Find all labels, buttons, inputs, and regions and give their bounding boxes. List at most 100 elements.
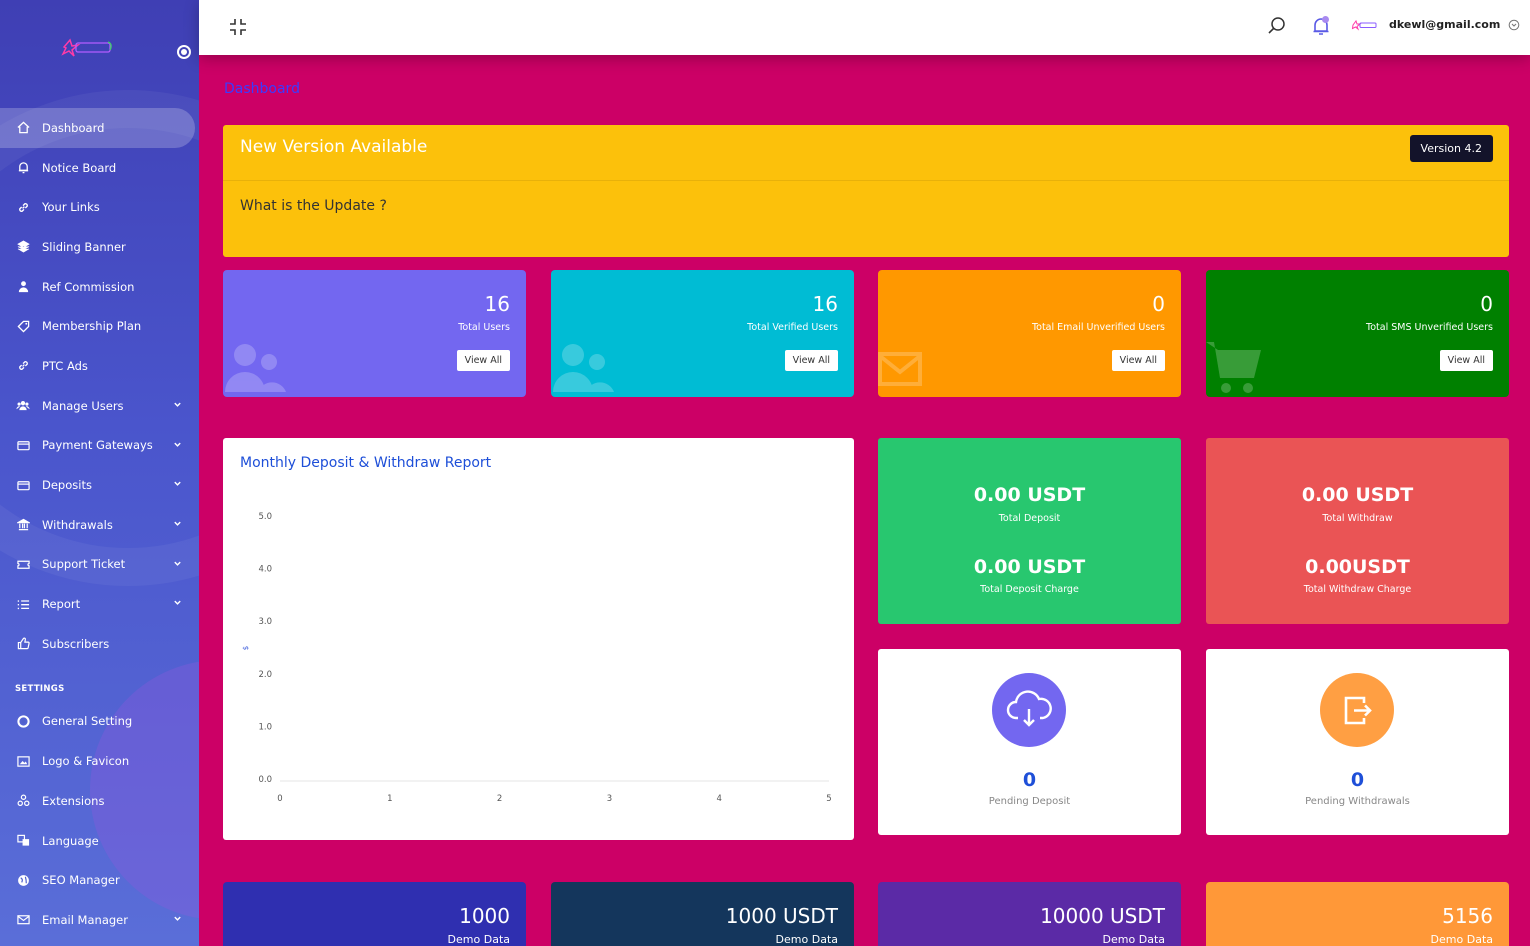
pending-deposit-icon-circle bbox=[992, 673, 1066, 747]
sidebar-item-sliding-banner[interactable]: Sliding Banner bbox=[0, 227, 199, 267]
sidebar-item-label: Notice Board bbox=[42, 160, 117, 175]
sidebar-item-email-manager[interactable]: Email Manager bbox=[0, 900, 199, 940]
monthly-report-chart-card: Monthly Deposit & Withdraw Report 0.0 1.0… bbox=[223, 438, 854, 840]
sidebar-item-extensions[interactable]: Extensions bbox=[0, 781, 199, 821]
version-badge-button[interactable]: Version 4.2 bbox=[1409, 135, 1493, 162]
sidebar-item-ref-commission[interactable]: Ref Commission bbox=[0, 267, 199, 307]
cart-icon bbox=[1206, 342, 1261, 393]
sidebar-item-label: Membership Plan bbox=[42, 319, 142, 334]
bell-icon bbox=[16, 161, 30, 175]
view-all-button[interactable]: View All bbox=[1439, 350, 1493, 371]
sidebar-item-label: Extensions bbox=[42, 793, 105, 808]
view-all-button[interactable]: View All bbox=[1111, 350, 1165, 371]
x-tick-label: 1 bbox=[387, 794, 392, 804]
pending-deposit-card[interactable]: 0 Pending Deposit bbox=[878, 649, 1181, 835]
image-icon bbox=[16, 754, 30, 768]
chevron-down-icon bbox=[173, 914, 181, 922]
demo-label: Demo Data bbox=[447, 933, 510, 946]
deposit-charge-value: 0.00 USDT bbox=[973, 556, 1086, 578]
view-all-button[interactable]: View All bbox=[456, 350, 510, 371]
y-tick-label: 3.0 bbox=[258, 617, 272, 627]
user-menu[interactable]: dkewl@gmail.com bbox=[1351, 18, 1520, 31]
deposit-charge-label: Total Deposit Charge bbox=[980, 584, 1079, 595]
envelope-icon bbox=[16, 913, 30, 927]
sidebar-item-membership-plan[interactable]: Membership Plan bbox=[0, 306, 199, 346]
bank-icon bbox=[16, 518, 30, 532]
x-tick-label: 2 bbox=[497, 794, 502, 804]
sidebar-item-ptc-ads[interactable]: PTC Ads bbox=[0, 346, 199, 386]
sidebar-item-label: Support Ticket bbox=[42, 557, 126, 572]
sidebar-toggle-radio-icon[interactable] bbox=[177, 45, 191, 59]
total-deposit-value: 0.00 USDT bbox=[973, 484, 1086, 506]
y-tick-label: 0.0 bbox=[258, 775, 272, 785]
demo-label: Demo Data bbox=[1430, 933, 1493, 946]
ticket-icon bbox=[16, 557, 30, 571]
sidebar-item-report[interactable]: Report bbox=[0, 584, 199, 624]
stat-card-sms-unverified: 0 Total SMS Unverified Users View All bbox=[1206, 270, 1509, 397]
sidebar-item-label: Logo & Favicon bbox=[42, 754, 130, 769]
sidebar-item-payment-gateways[interactable]: Payment Gateways bbox=[0, 426, 199, 466]
life-ring-icon bbox=[16, 714, 30, 728]
sidebar-item-language[interactable]: Language bbox=[0, 821, 199, 861]
view-all-button[interactable]: View All bbox=[784, 350, 838, 371]
sidebar-item-label: SEO Manager bbox=[42, 873, 120, 888]
chevron-down-icon bbox=[173, 519, 181, 527]
sidebar-item-label: Deposits bbox=[42, 478, 92, 493]
tag-icon bbox=[16, 319, 30, 333]
chevron-down-icon bbox=[173, 559, 181, 567]
x-tick-label: 4 bbox=[716, 794, 721, 804]
page-title: Dashboard bbox=[224, 81, 300, 97]
credit-card-icon bbox=[16, 478, 30, 492]
sidebar-item-label: Your Links bbox=[42, 200, 100, 215]
envelope-icon bbox=[878, 352, 922, 386]
pending-withdrawals-card[interactable]: 0 Pending Withdrawals bbox=[1206, 649, 1509, 835]
stat-label: Total Verified Users bbox=[747, 322, 838, 333]
sidebar-item-subscribers[interactable]: Subscribers bbox=[0, 624, 199, 664]
chevron-down-icon bbox=[173, 400, 181, 408]
update-title: New Version Available bbox=[240, 137, 428, 157]
layers-icon bbox=[16, 240, 30, 254]
stat-card-email-unverified: 0 Total Email Unverified Users View All bbox=[878, 270, 1181, 397]
globe-icon bbox=[16, 873, 30, 887]
sidebar-item-dashboard[interactable]: Dashboard bbox=[0, 108, 195, 148]
stat-label: Total SMS Unverified Users bbox=[1366, 322, 1493, 333]
withdraw-summary-card: 0.00 USDT Total Withdraw 0.00USDT Total … bbox=[1206, 438, 1509, 624]
sidebar-item-seo-manager[interactable]: SEO Manager bbox=[0, 860, 199, 900]
sidebar-item-label: Email Manager bbox=[42, 912, 128, 927]
chevron-down-icon bbox=[173, 479, 181, 487]
cloud-download-icon bbox=[1006, 690, 1052, 727]
stat-value: 0 bbox=[1152, 292, 1165, 316]
demo-value: 1000 bbox=[459, 904, 510, 928]
user-tie-icon bbox=[16, 280, 30, 294]
y-tick-label: 1.0 bbox=[258, 722, 272, 732]
demo-card: 1000 Demo Data bbox=[223, 882, 526, 946]
chevron-down-icon bbox=[173, 598, 181, 606]
sidebar-item-withdrawals[interactable]: Withdrawals bbox=[0, 505, 199, 545]
sidebar-item-label: Subscribers bbox=[42, 636, 110, 651]
total-withdraw-value: 0.00 USDT bbox=[1301, 484, 1414, 506]
search-icon[interactable] bbox=[1267, 16, 1287, 36]
sidebar-item-general-setting[interactable]: General Setting bbox=[0, 702, 199, 742]
withdraw-charge-value: 0.00USDT bbox=[1305, 556, 1410, 578]
update-question: What is the Update ? bbox=[240, 198, 387, 214]
x-tick-label: 5 bbox=[826, 794, 831, 804]
site-logo[interactable] bbox=[60, 36, 116, 58]
monthly-report-chart: 0.0 1.0 2.0 3.0 4.0 5.0 0 1 2 3 4 5 $ bbox=[242, 512, 832, 804]
sidebar-item-label: Ref Commission bbox=[42, 279, 135, 294]
withdraw-charge-label: Total Withdraw Charge bbox=[1303, 584, 1412, 595]
demo-card: 10000 USDT Demo Data bbox=[878, 882, 1181, 946]
notification-bell-icon[interactable] bbox=[1311, 15, 1331, 37]
y-tick-label: 5.0 bbox=[258, 512, 272, 522]
link-icon bbox=[16, 359, 30, 373]
sidebar-item-deposits[interactable]: Deposits bbox=[0, 465, 199, 505]
stat-label: Total Users bbox=[458, 322, 510, 333]
pending-withdraw-icon-circle bbox=[1320, 673, 1394, 747]
sidebar-item-notice-board[interactable]: Notice Board bbox=[0, 148, 199, 188]
fullscreen-collapse-icon[interactable] bbox=[229, 18, 247, 36]
sidebar-item-your-links[interactable]: Your Links bbox=[0, 187, 199, 227]
y-tick-label: 2.0 bbox=[258, 670, 272, 680]
pending-deposit-label: Pending Deposit bbox=[988, 796, 1071, 807]
sidebar-item-manage-users[interactable]: Manage Users bbox=[0, 386, 199, 426]
sidebar-item-support-ticket[interactable]: Support Ticket bbox=[0, 545, 199, 585]
sidebar-item-logo-favicon[interactable]: Logo & Favicon bbox=[0, 741, 199, 781]
